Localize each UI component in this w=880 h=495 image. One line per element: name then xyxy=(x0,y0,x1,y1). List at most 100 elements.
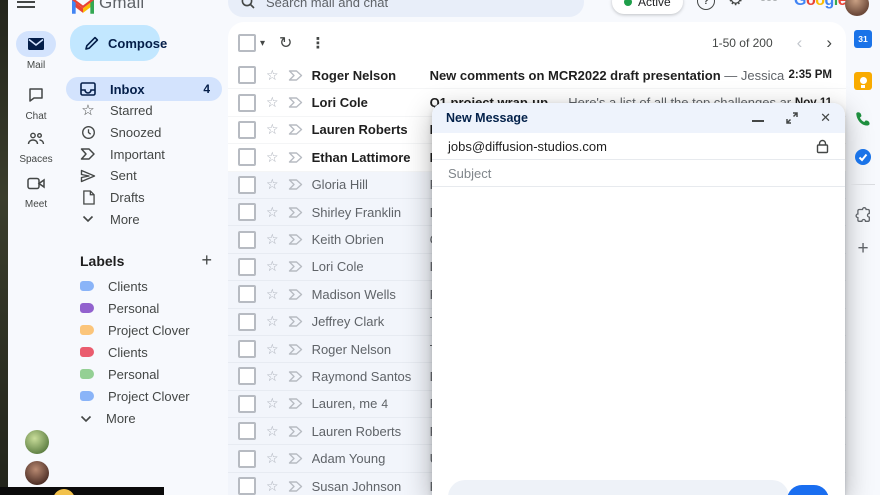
send-button[interactable] xyxy=(787,485,829,495)
important-marker-icon[interactable] xyxy=(288,207,304,218)
row-checkbox[interactable] xyxy=(238,121,256,139)
labels-more[interactable]: More xyxy=(66,408,222,428)
rail-item-spaces[interactable]: Spaces xyxy=(8,125,64,165)
important-marker-icon[interactable] xyxy=(288,426,304,437)
pop-out-icon[interactable] xyxy=(786,112,798,124)
list-more-icon[interactable]: ⋮ xyxy=(310,34,325,52)
important-marker-icon[interactable] xyxy=(288,398,304,409)
row-checkbox[interactable] xyxy=(238,258,256,276)
sidebar-item-snoozed[interactable]: Snoozed xyxy=(66,120,222,144)
star-icon[interactable]: ☆ xyxy=(266,121,279,138)
row-checkbox[interactable] xyxy=(238,231,256,249)
add-icon[interactable]: + xyxy=(854,240,872,258)
row-checkbox[interactable] xyxy=(238,395,256,413)
compose-button[interactable]: Compose xyxy=(70,25,160,61)
status-selector[interactable]: Active xyxy=(612,0,683,14)
important-marker-icon[interactable] xyxy=(288,453,304,464)
minimize-icon[interactable] xyxy=(752,120,764,122)
calendar-icon[interactable]: 31 xyxy=(854,30,872,48)
important-marker-icon[interactable] xyxy=(288,371,304,382)
sidebar-item-important[interactable]: Important xyxy=(66,142,222,166)
compose-bottom-bar[interactable] xyxy=(448,480,789,495)
star-icon[interactable]: ☆ xyxy=(266,149,279,166)
tasks-icon[interactable] xyxy=(854,148,872,166)
important-marker-icon[interactable] xyxy=(288,316,304,327)
label-item[interactable]: Clients xyxy=(66,276,222,296)
star-icon[interactable]: ☆ xyxy=(266,286,279,303)
star-icon[interactable]: ☆ xyxy=(266,67,279,84)
star-icon[interactable]: ☆ xyxy=(266,368,279,385)
row-checkbox[interactable] xyxy=(238,313,256,331)
star-icon[interactable]: ☆ xyxy=(266,395,279,412)
newer-page-icon[interactable]: ‹ xyxy=(797,33,803,53)
row-checkbox[interactable] xyxy=(238,450,256,468)
help-icon[interactable]: ? xyxy=(697,0,715,10)
row-checkbox[interactable] xyxy=(238,477,256,495)
label-item[interactable]: Personal xyxy=(66,298,222,318)
refresh-icon[interactable]: ↻ xyxy=(279,33,292,53)
keep-icon[interactable] xyxy=(854,72,872,90)
older-page-icon[interactable]: › xyxy=(826,33,832,53)
important-marker-icon[interactable] xyxy=(288,234,304,245)
compose-header[interactable]: New Message ✕ xyxy=(432,103,845,133)
more-options-icon[interactable]: ⋯ xyxy=(760,0,779,10)
star-icon[interactable]: ☆ xyxy=(266,176,279,193)
label-item[interactable]: Clients xyxy=(66,342,222,362)
google-logo: Google xyxy=(794,0,846,10)
settings-gear-icon[interactable]: ⚙ xyxy=(728,0,743,10)
search-input[interactable]: Search mail and chat xyxy=(228,0,584,17)
rail-item-mail[interactable]: Mail xyxy=(8,31,64,71)
important-marker-icon[interactable] xyxy=(288,70,304,81)
star-icon[interactable]: ☆ xyxy=(266,478,279,495)
sidebar-item-inbox[interactable]: Inbox4 xyxy=(66,77,222,101)
select-all-checkbox[interactable] xyxy=(238,34,256,52)
chat-avatar-1[interactable] xyxy=(25,430,49,454)
row-checkbox[interactable] xyxy=(238,176,256,194)
label-item[interactable]: Project Clover xyxy=(66,320,222,340)
google-logo-letter: o xyxy=(815,0,824,9)
row-checkbox[interactable] xyxy=(238,340,256,358)
row-checkbox[interactable] xyxy=(238,367,256,385)
star-icon[interactable]: ☆ xyxy=(266,450,279,467)
important-marker-icon[interactable] xyxy=(288,481,304,492)
compose-body[interactable] xyxy=(432,187,845,479)
recipient-field[interactable]: jobs@diffusion-studios.com xyxy=(432,133,845,160)
important-marker-icon[interactable] xyxy=(288,152,304,163)
sidebar-item-more[interactable]: More xyxy=(66,207,222,231)
star-icon[interactable]: ☆ xyxy=(266,341,279,358)
subject-field[interactable]: Subject xyxy=(432,160,845,187)
star-icon[interactable]: ☆ xyxy=(266,94,279,111)
sidebar-item-sent[interactable]: Sent xyxy=(66,164,222,188)
row-checkbox[interactable] xyxy=(238,148,256,166)
row-checkbox[interactable] xyxy=(238,203,256,221)
draft-icon xyxy=(80,190,96,205)
star-icon[interactable]: ☆ xyxy=(266,313,279,330)
sidebar-item-drafts[interactable]: Drafts xyxy=(66,186,222,210)
email-row[interactable]: ☆Roger NelsonNew comments on MCR2022 dra… xyxy=(228,62,846,89)
row-checkbox[interactable] xyxy=(238,94,256,112)
star-icon[interactable]: ☆ xyxy=(266,423,279,440)
star-icon[interactable]: ☆ xyxy=(266,204,279,221)
star-icon[interactable]: ☆ xyxy=(266,231,279,248)
important-marker-icon[interactable] xyxy=(288,179,304,190)
important-marker-icon[interactable] xyxy=(288,97,304,108)
label-item[interactable]: Personal xyxy=(66,364,222,384)
voice-icon[interactable] xyxy=(854,110,872,128)
star-icon[interactable]: ☆ xyxy=(266,258,279,275)
row-checkbox[interactable] xyxy=(238,66,256,84)
rail-item-meet[interactable]: Meet xyxy=(8,170,64,210)
select-dropdown-icon[interactable]: ▾ xyxy=(260,38,265,49)
extensions-icon[interactable] xyxy=(854,207,872,225)
important-marker-icon[interactable] xyxy=(288,261,304,272)
add-label-icon[interactable]: + xyxy=(201,250,212,271)
chat-avatar-2[interactable] xyxy=(25,461,49,485)
important-marker-icon[interactable] xyxy=(288,289,304,300)
row-checkbox[interactable] xyxy=(238,285,256,303)
important-marker-icon[interactable] xyxy=(288,344,304,355)
row-checkbox[interactable] xyxy=(238,422,256,440)
sidebar-item-starred[interactable]: ☆Starred xyxy=(66,99,222,123)
close-icon[interactable]: ✕ xyxy=(820,110,831,126)
label-item[interactable]: Project Clover xyxy=(66,386,222,406)
important-marker-icon[interactable] xyxy=(288,124,304,135)
rail-item-chat[interactable]: Chat xyxy=(8,82,64,122)
